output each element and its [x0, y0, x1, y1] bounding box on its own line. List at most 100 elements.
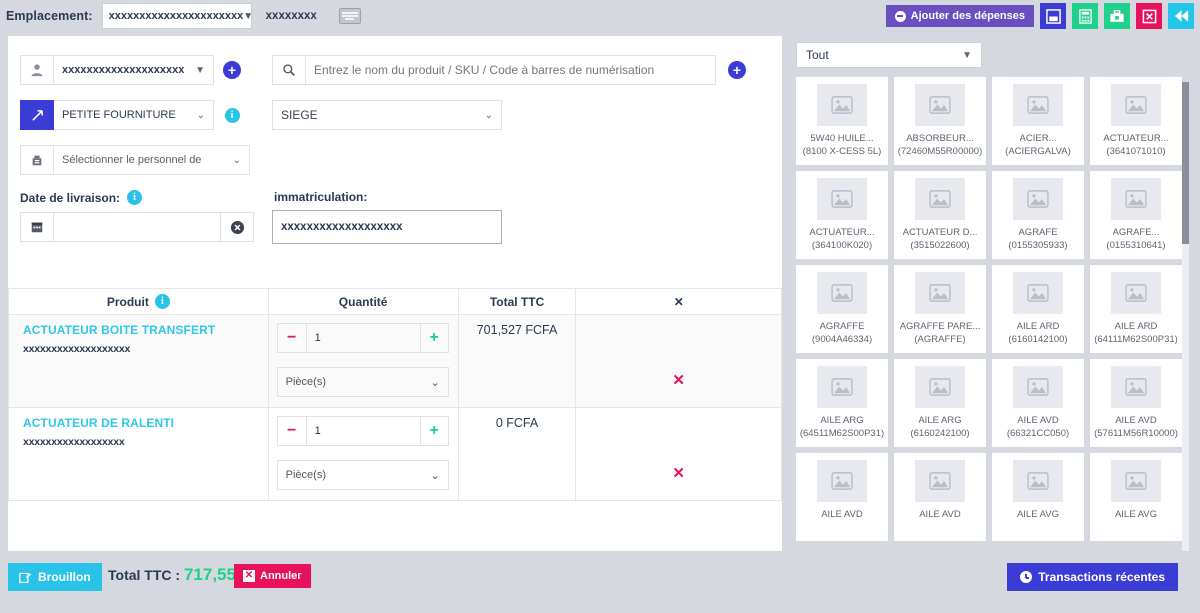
product-image-placeholder-icon — [1111, 272, 1161, 314]
qty-value[interactable]: 1 — [305, 324, 420, 352]
product-name[interactable]: ACTUATEUR BOITE TRANSFERT — [23, 323, 268, 337]
close-icon[interactable] — [1136, 3, 1162, 29]
calendar-icon[interactable] — [20, 212, 54, 242]
catalog-card[interactable]: AILE ARG (6160242100) — [894, 359, 986, 447]
total-label: Total TTC : — [108, 567, 181, 583]
category-row: PETITE FOURNITURE ⌄ i — [20, 100, 250, 130]
catalog-card-name: ACTUATEUR... — [1103, 133, 1169, 144]
calculator-icon[interactable] — [1072, 3, 1098, 29]
catalog-card[interactable]: ACIER... (ACIERGALVA) — [992, 77, 1084, 165]
chevron-down-icon: ▼ — [195, 64, 205, 76]
unit-select[interactable]: Pièce(s) ⌄ — [276, 367, 449, 397]
catalog-card-sku: (6160242100) — [910, 428, 970, 439]
qty-value[interactable]: 1 — [305, 417, 420, 445]
plus-circle-icon: + — [728, 61, 746, 79]
row-qty-cell: − 1 + Pièce(s) ⌄ — [267, 407, 459, 501]
product-name[interactable]: ACTUATEUR DE RALENTI — [23, 416, 268, 430]
catalog-card-name: AILE AVD — [919, 509, 961, 520]
row-total: 0 FCFA — [495, 416, 539, 430]
catalog-card-name: AILE ARD — [1016, 321, 1060, 332]
keyboard-icon[interactable] — [338, 8, 361, 24]
order-form-panel: xxxxxxxxxxxxxxxxxxxx ▼ + PETITE FOURNITU… — [8, 36, 782, 551]
catalog-card-name: AGRAFFE PARE... — [899, 321, 981, 332]
immat-input[interactable]: xxxxxxxxxxxxxxxxxxx — [272, 210, 502, 244]
save-icon[interactable] — [1040, 3, 1066, 29]
catalog-card-name: 5W40 HUILE... — [810, 133, 874, 144]
delete-row-button[interactable]: ✕ — [576, 464, 781, 482]
catalog-card[interactable]: AILE AVD — [894, 453, 986, 541]
col-produit-label: Produit — [106, 294, 149, 309]
product-image-placeholder-icon — [817, 272, 867, 314]
catalog-card[interactable]: ABSORBEUR... (72460M55R00000) — [894, 77, 986, 165]
product-image-placeholder-icon — [817, 460, 867, 502]
product-image-placeholder-icon — [915, 178, 965, 220]
location-select[interactable]: xxxxxxxxxxxxxxxxxxxxxx ▼ — [101, 3, 253, 29]
cancel-button[interactable]: ✕ Annuler — [234, 564, 311, 588]
staff-icon — [20, 145, 54, 175]
table-row: ACTUATEUR BOITE TRANSFERT xxxxxxxxxxxxxx… — [8, 314, 782, 408]
clear-date-button[interactable] — [220, 212, 254, 242]
catalog-card[interactable]: AILE AVG — [992, 453, 1084, 541]
catalog-card-name: AILE ARG — [820, 415, 864, 426]
catalog-card-name: AILE ARG — [918, 415, 962, 426]
add-product-button[interactable]: + — [716, 61, 758, 79]
catalog-card[interactable]: AILE AVD (66321CC050) — [992, 359, 1084, 447]
col-quantite: Quantité — [267, 288, 459, 315]
product-image-placeholder-icon — [1111, 460, 1161, 502]
catalog-card-sku: (9004A46334) — [811, 334, 873, 345]
staff-select[interactable]: Sélectionner le personnel de ⌄ — [54, 145, 250, 175]
catalog-card[interactable]: ACTUATEUR... (364100K020) — [796, 171, 888, 259]
add-expenses-button[interactable]: Ajouter des dépenses — [885, 5, 1034, 27]
rewind-icon[interactable] — [1168, 3, 1194, 29]
catalog-card[interactable]: AILE AVD (57611M56R10000) — [1090, 359, 1182, 447]
catalog-card[interactable]: ACTUATEUR D... (3515022600) — [894, 171, 986, 259]
info-icon[interactable]: i — [154, 294, 170, 309]
customer-select[interactable]: xxxxxxxxxxxxxxxxxxxx ▼ — [54, 55, 214, 85]
row-product-cell: ACTUATEUR DE RALENTI xxxxxxxxxxxxxxxxxx — [8, 407, 269, 501]
catalog-card[interactable]: AILE AVG — [1090, 453, 1182, 541]
qty-decrement-button[interactable]: − — [278, 324, 306, 352]
catalog-card-name: AILE ARD — [1114, 321, 1158, 332]
catalog-card[interactable]: 5W40 HUILE... (8100 X-CESS 5L) — [796, 77, 888, 165]
catalog-card[interactable]: AGRAFFE PARE... (AGRAFFE) — [894, 265, 986, 353]
site-select[interactable]: SIEGE ⌄ — [272, 100, 502, 130]
catalog-card[interactable]: AILE ARD (64111M62S00P31) — [1090, 265, 1182, 353]
catalog-card[interactable]: AILE AVD — [796, 453, 888, 541]
info-icon[interactable]: i — [127, 190, 143, 205]
catalog-card[interactable]: AGRAFE (0155305933) — [992, 171, 1084, 259]
qty-decrement-button[interactable]: − — [278, 417, 306, 445]
catalog-card[interactable]: AILE ARD (6160142100) — [992, 265, 1084, 353]
draft-label: Brouillon — [38, 570, 91, 584]
chevron-down-icon: ⌄ — [430, 376, 440, 389]
qty-increment-button[interactable]: + — [419, 324, 448, 352]
delivery-date-label: Date de livraison: — [20, 190, 121, 205]
recent-transactions-label: Transactions récentes — [1038, 570, 1165, 584]
quantity-stepper: − 1 + — [276, 416, 449, 446]
col-delete[interactable]: ✕ — [575, 288, 782, 315]
chevron-down-icon: ▼ — [962, 49, 972, 61]
toolbox-icon[interactable] — [1104, 3, 1130, 29]
delete-row-button[interactable]: ✕ — [576, 371, 781, 389]
recent-transactions-button[interactable]: Transactions récentes — [1007, 563, 1178, 591]
add-customer-button[interactable]: + — [214, 61, 250, 79]
delivery-date-input[interactable] — [54, 212, 220, 242]
catalog-card[interactable]: AILE ARG (64511M62S00P31) — [796, 359, 888, 447]
product-image-placeholder-icon — [1013, 84, 1063, 126]
unit-value: Pièce(s) — [285, 376, 326, 388]
draft-button[interactable]: Brouillon — [8, 563, 102, 591]
catalog-card[interactable]: AGRAFE... (0155310641) — [1090, 171, 1182, 259]
unit-select[interactable]: Pièce(s) ⌄ — [276, 460, 449, 490]
close-icon: ✕ — [243, 570, 255, 582]
qty-increment-button[interactable]: + — [419, 417, 448, 445]
catalog-card[interactable]: AGRAFFE (9004A46334) — [796, 265, 888, 353]
category-select[interactable]: PETITE FOURNITURE ⌄ — [54, 100, 214, 130]
category-info-button[interactable]: i — [214, 107, 250, 123]
catalog-card[interactable]: ACTUATEUR... (3641071010) — [1090, 77, 1182, 165]
catalog-card-sku: (3515022600) — [910, 240, 970, 251]
catalog-filter-select[interactable]: Tout ▼ — [796, 42, 982, 68]
product-image-placeholder-icon — [817, 366, 867, 408]
products-table-wrap: Produit i Quantité Total TTC ✕ ACTUATEUR… — [8, 288, 782, 501]
catalog-scrollbar-thumb[interactable] — [1182, 82, 1189, 244]
catalog-scrollbar[interactable] — [1182, 82, 1189, 551]
search-input[interactable] — [306, 55, 716, 85]
